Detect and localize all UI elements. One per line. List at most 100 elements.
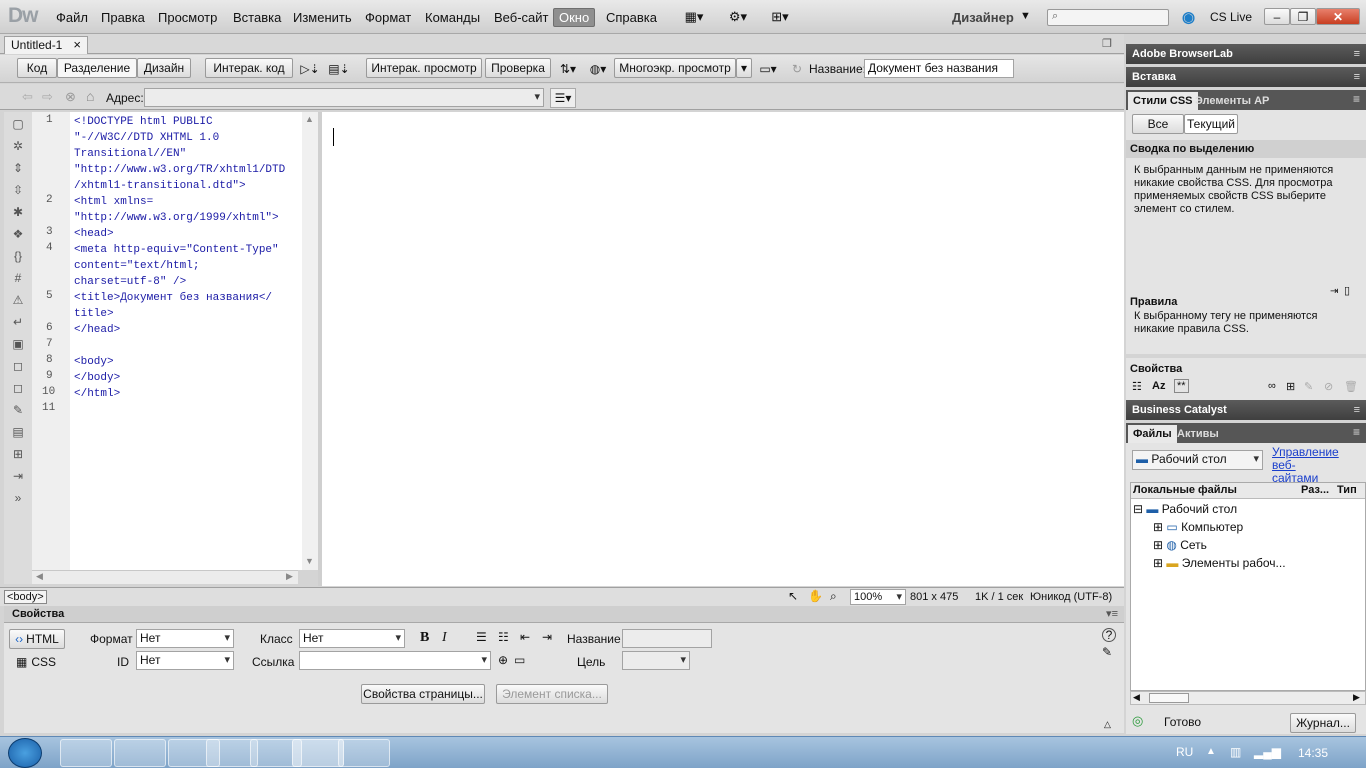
help-icon[interactable]: ? — [1102, 628, 1116, 642]
restore-doc-icon[interactable]: ❐ — [1102, 37, 1112, 50]
collapse-selection-icon[interactable]: ⇳ — [9, 183, 27, 199]
live-view-button[interactable]: Интерак. просмотр — [366, 58, 482, 78]
more-icon[interactable]: » — [9, 491, 27, 507]
chevron-down-icon[interactable]: ▾ — [736, 58, 752, 78]
menu-view[interactable]: Просмотр — [158, 10, 217, 25]
window-size[interactable]: 801 x 475 — [910, 591, 958, 603]
bold-button[interactable]: B — [420, 630, 429, 646]
css-mode-button[interactable]: ▦ CSS — [16, 655, 56, 669]
wrap-tag-icon[interactable]: ✎ — [9, 403, 27, 419]
forward-icon[interactable]: ⇨ — [42, 89, 53, 105]
tree-item-desktop[interactable]: ⊟ ▬ Рабочий стол — [1133, 502, 1359, 518]
set-properties-icon[interactable]: ** — [1174, 379, 1189, 393]
tab-assets[interactable]: Активы — [1172, 425, 1224, 443]
expand-icon[interactable]: ⊞ — [1153, 520, 1163, 534]
code-view-button[interactable]: Код — [17, 58, 57, 78]
browserlab-panel-header[interactable]: Adobe BrowserLab ≡ — [1126, 44, 1366, 64]
network-tray-icon[interactable]: ▥ — [1230, 745, 1241, 759]
select-parent-tag-icon[interactable]: ❖ — [9, 227, 27, 243]
word-wrap-icon[interactable]: ↵ — [9, 315, 27, 331]
expand-all-icon[interactable]: ✱ — [9, 205, 27, 221]
document-tab[interactable]: Untitled-1 × — [4, 36, 88, 54]
minimize-icon[interactable]: – — [1264, 8, 1290, 25]
tree-item-desktop-items[interactable]: ⊞ ▬ Элементы рабоч... — [1153, 556, 1353, 572]
collapse-full-tag-icon[interactable]: ⇕ — [9, 161, 27, 177]
page-properties-button[interactable]: Свойства страницы... — [361, 684, 485, 704]
indent-code-icon[interactable]: ⇥ — [9, 469, 27, 485]
menu-edit[interactable]: Правка — [101, 10, 145, 25]
unordered-list-icon[interactable]: ☰ — [476, 630, 487, 644]
layout-icon[interactable]: ▦▾ — [680, 9, 708, 25]
menu-insert[interactable]: Вставка — [233, 10, 281, 25]
home-icon[interactable]: ⌂ — [86, 88, 94, 104]
menu-file[interactable]: Файл — [56, 10, 88, 25]
col-local-files[interactable]: Локальные файлы — [1133, 484, 1237, 496]
check-button[interactable]: Проверка — [485, 58, 551, 78]
collapse-icon[interactable]: ⊟ — [1133, 502, 1143, 516]
back-icon[interactable]: ⇦ — [22, 89, 33, 105]
syntax-coloring-icon[interactable]: ▣ — [9, 337, 27, 353]
log-button[interactable]: Журнал... — [1290, 713, 1356, 733]
game-icon[interactable] — [338, 739, 390, 767]
title-input[interactable]: Документ без названия — [864, 59, 1014, 78]
visual-aids-icon[interactable]: ▭▾ — [757, 61, 779, 77]
menu-format[interactable]: Формат — [365, 10, 411, 25]
stop-icon[interactable]: ⊗ — [65, 89, 76, 105]
ordered-list-icon[interactable]: ☷ — [498, 630, 509, 644]
point-to-file-icon[interactable]: ⊕ — [498, 653, 508, 667]
menu-site[interactable]: Веб-сайт — [494, 10, 548, 25]
file-transfer-icon[interactable]: ⇅▾ — [557, 61, 579, 77]
tray-expand-icon[interactable]: ▲ — [1206, 746, 1216, 757]
scroll-right-icon[interactable]: ▶ — [286, 571, 293, 582]
code-editor[interactable]: <!DOCTYPE html PUBLIC "-//W3C//DTD XHTML… — [70, 112, 302, 570]
class-select[interactable]: Нет — [299, 629, 405, 648]
zoom-select[interactable]: 100% — [850, 589, 906, 605]
scroll-thumb[interactable] — [1149, 693, 1189, 703]
code-nav-icon[interactable]: ▤⇣ — [327, 61, 351, 77]
manage-sites-link[interactable]: Управление веб-сайтами — [1272, 446, 1339, 485]
tree-item-computer[interactable]: ⊞ ▭ Компьютер — [1153, 520, 1353, 536]
recent-snippets-icon[interactable]: ▤ — [9, 425, 27, 441]
menu-modify[interactable]: Изменить — [293, 10, 352, 25]
quick-tag-editor-icon[interactable]: ✎ — [1102, 645, 1112, 659]
code-horizontal-scrollbar[interactable]: ◀ ▶ — [32, 570, 298, 584]
panel-menu-icon[interactable]: ▾≡ — [1106, 607, 1118, 620]
expand-icon[interactable]: ⊞ — [1153, 556, 1163, 570]
refresh-icon[interactable]: ↻ — [789, 61, 805, 77]
tree-item-network[interactable]: ⊞ ◍ Сеть — [1153, 538, 1353, 554]
panel-menu-icon[interactable]: ≡ — [1353, 92, 1360, 106]
html-mode-button[interactable]: ‹› HTML — [9, 629, 65, 649]
live-code-button[interactable]: Интерак. код — [205, 58, 293, 78]
panel-menu-icon[interactable]: ≡ — [1353, 425, 1360, 439]
design-view-button[interactable]: Дизайн — [137, 58, 191, 78]
expand-icon[interactable]: ⊞ — [1153, 538, 1163, 552]
category-view-icon[interactable]: ☷ — [1132, 380, 1142, 393]
inspect-icon[interactable]: ▷⇣ — [299, 61, 321, 77]
open-documents-icon[interactable]: ▢ — [9, 117, 27, 133]
menu-help[interactable]: Справка — [606, 10, 657, 25]
file-tree-hscroll[interactable]: ◀ ▶ — [1130, 691, 1366, 705]
tab-files[interactable]: Файлы — [1128, 425, 1177, 443]
address-input[interactable] — [144, 88, 544, 107]
scroll-down-icon[interactable]: ▼ — [305, 556, 314, 566]
show-code-navigator-icon[interactable]: ✲ — [9, 139, 27, 155]
restore-icon[interactable]: ❐ — [1290, 8, 1316, 25]
col-size[interactable]: Раз... — [1301, 484, 1329, 496]
view-options-icon[interactable]: ☰▾ — [550, 88, 576, 108]
workspace-switcher[interactable]: Дизайнер — [952, 10, 1014, 25]
indent-icon[interactable]: ⇥ — [542, 630, 552, 644]
site-map-icon[interactable]: ⊞▾ — [766, 9, 794, 25]
zoom-tool-icon[interactable]: ⌕ — [830, 589, 837, 604]
menu-window[interactable]: Окно — [553, 8, 596, 27]
signal-icon[interactable]: ▂▄▆ — [1254, 745, 1281, 759]
split-view-button[interactable]: Разделение — [57, 58, 137, 78]
media-player-icon[interactable] — [114, 739, 166, 767]
collapse-icon[interactable]: △ — [1104, 719, 1111, 730]
scroll-right-icon[interactable]: ▶ — [1353, 692, 1360, 703]
gear-icon[interactable]: ⚙▾ — [724, 9, 752, 25]
language-indicator[interactable]: RU — [1176, 745, 1193, 759]
dreamweaver-task-icon[interactable] — [292, 739, 344, 767]
scroll-up-icon[interactable]: ▲ — [305, 114, 314, 124]
tag-selector-body[interactable]: <body> — [4, 590, 47, 604]
show-cascade-icon[interactable]: ⇥ — [1330, 286, 1338, 297]
